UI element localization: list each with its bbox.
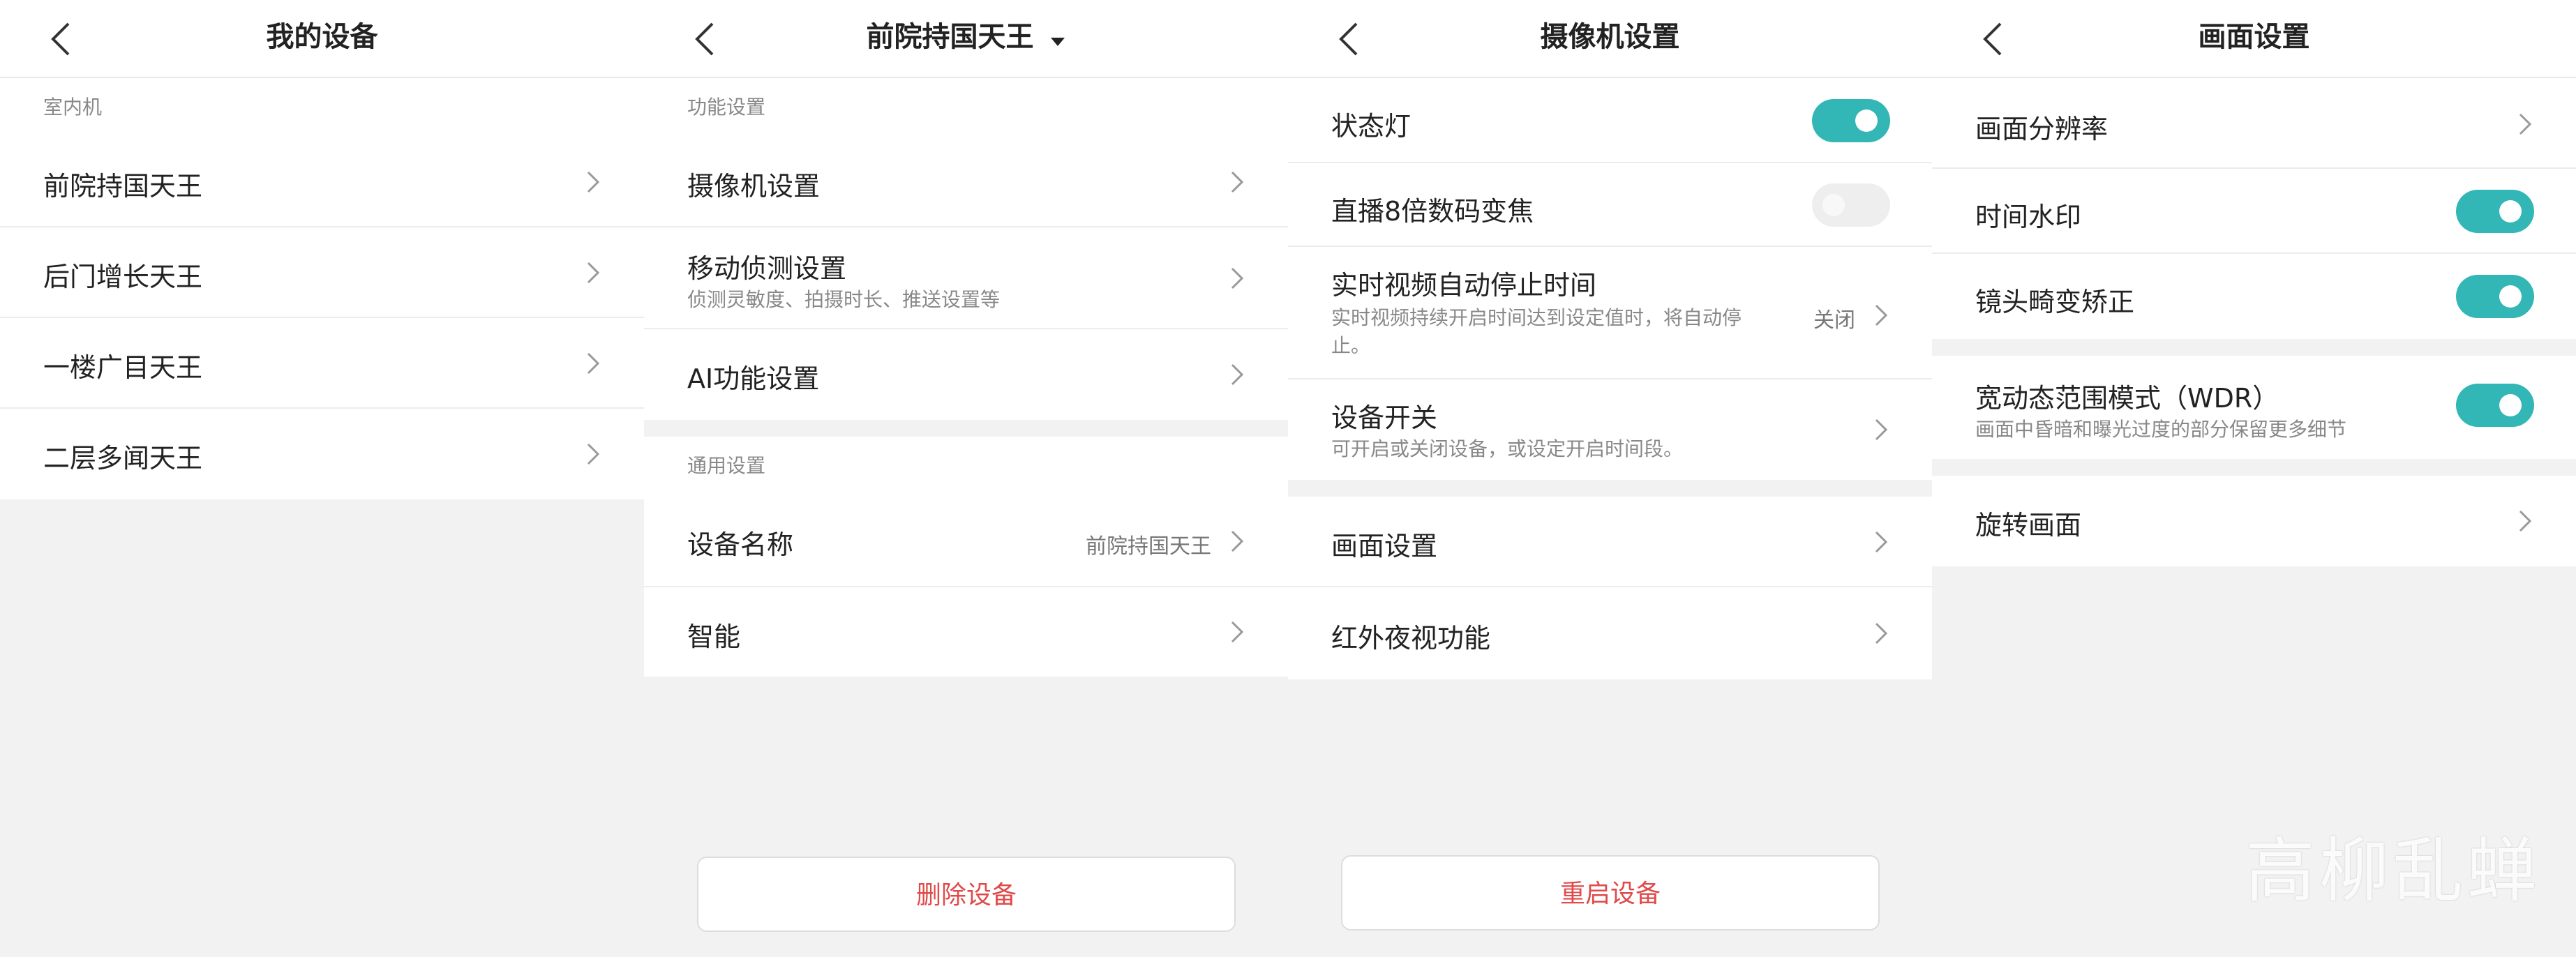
- chevron-right-icon: [1227, 168, 1248, 196]
- digital-zoom-toggle[interactable]: [1812, 183, 1890, 227]
- ai-settings-item[interactable]: AI功能设置: [644, 329, 1288, 420]
- item-description: 止。: [1331, 334, 1371, 357]
- timestamp-item: 时间水印: [1932, 169, 2576, 254]
- distortion-correction-item: 镜头畸变矫正: [1932, 254, 2576, 339]
- timestamp-toggle[interactable]: [2456, 190, 2534, 233]
- device-name: 二层多闻天王: [43, 443, 203, 474]
- chevron-right-icon: [1871, 301, 1892, 329]
- chevron-right-icon: [583, 440, 604, 468]
- chevron-right-icon: [1227, 361, 1248, 389]
- distortion-correction-toggle[interactable]: [2456, 275, 2534, 318]
- panel-my-devices: 我的设备 室内机 前院持国天王 后门增长天王 一楼广目天王 二层多闻天王: [0, 0, 644, 957]
- chevron-right-icon: [1227, 618, 1248, 646]
- panel-camera-settings: 摄像机设置 状态灯 直播8倍数码变焦 实时视频自动停止时间 实时视频持续开启时间…: [1288, 0, 1932, 957]
- item-label: 画面设置: [1331, 531, 1438, 562]
- resolution-item[interactable]: 画面分辨率: [1932, 78, 2576, 169]
- page-title: 前院持国天王: [866, 21, 1034, 53]
- panel-picture-settings: 画面设置 画面分辨率 时间水印 镜头畸变矫正 宽动态范围模式（WDR） 画面中昏…: [1932, 0, 2576, 957]
- chevron-right-icon: [1227, 527, 1248, 555]
- chevron-right-icon: [1871, 619, 1892, 647]
- item-label: 画面分辨率: [1975, 114, 2109, 144]
- section-gap: [1932, 459, 2576, 476]
- item-label: 实时视频自动停止时间: [1331, 270, 1597, 301]
- item-label: 设备名称: [687, 529, 794, 560]
- watermark: 高柳乱蝉: [2245, 830, 2541, 912]
- wdr-item: 宽动态范围模式（WDR） 画面中昏暗和曝光过度的部分保留更多细节: [1932, 356, 2576, 459]
- toggle-knob: [2499, 394, 2522, 416]
- item-description: 侦测灵敏度、拍摄时长、推送设置等: [687, 288, 1001, 311]
- header: 画面设置: [1932, 0, 2576, 78]
- item-description: 画面中昏暗和曝光过度的部分保留更多细节: [1975, 418, 2347, 441]
- item-label: 摄像机设置: [687, 171, 821, 202]
- chevron-right-icon: [1227, 264, 1248, 292]
- header: 摄像机设置: [1288, 0, 1932, 78]
- section-label-general: 通用设置: [644, 437, 1288, 495]
- item-label: AI功能设置: [687, 363, 820, 394]
- toggle-knob: [2499, 200, 2522, 223]
- delete-device-button[interactable]: 删除设备: [697, 857, 1236, 932]
- chevron-right-icon: [583, 168, 604, 196]
- chevron-right-icon: [583, 259, 604, 287]
- item-description: 实时视频持续开启时间达到设定值时，将自动停: [1331, 306, 1742, 329]
- toggle-knob: [1822, 194, 1845, 216]
- section-gap: [644, 420, 1288, 437]
- item-label: 智能: [687, 621, 741, 652]
- item-label: 移动侦测设置: [687, 253, 847, 284]
- item-label: 设备开关: [1331, 402, 1438, 433]
- item-label: 旋转画面: [1975, 510, 2082, 541]
- page-title: 我的设备: [266, 21, 378, 53]
- device-name: 一楼广目天王: [43, 352, 203, 383]
- device-item-1[interactable]: 前院持国天王: [0, 137, 644, 227]
- header: 我的设备: [0, 0, 644, 78]
- item-label: 宽动态范围模式（WDR）: [1975, 383, 2279, 414]
- camera-settings-item[interactable]: 摄像机设置: [644, 137, 1288, 227]
- header: 前院持国天王: [644, 0, 1288, 78]
- device-name-value: 前院持国天王: [1086, 534, 1211, 559]
- digital-zoom-item: 直播8倍数码变焦: [1288, 163, 1932, 247]
- device-item-2[interactable]: 后门增长天王: [0, 227, 644, 318]
- device-name: 后门增长天王: [43, 262, 203, 292]
- item-label: 红外夜视功能: [1331, 623, 1491, 654]
- smart-item[interactable]: 智能: [644, 587, 1288, 677]
- chevron-right-icon: [1871, 528, 1892, 556]
- wdr-toggle[interactable]: [2456, 384, 2534, 427]
- device-item-4[interactable]: 二层多闻天王: [0, 409, 644, 499]
- restart-device-button[interactable]: 重启设备: [1341, 855, 1880, 930]
- item-label: 直播8倍数码变焦: [1331, 196, 1534, 227]
- toggle-knob: [1855, 110, 1878, 132]
- auto-stop-item[interactable]: 实时视频自动停止时间 实时视频持续开启时间达到设定值时，将自动停 止。 关闭: [1288, 247, 1932, 379]
- section-label-indoor: 室内机: [0, 78, 644, 137]
- chevron-right-icon: [583, 349, 604, 377]
- device-item-3[interactable]: 一楼广目天王: [0, 318, 644, 409]
- night-vision-item[interactable]: 红外夜视功能: [1288, 587, 1932, 679]
- toggle-knob: [2499, 285, 2522, 308]
- item-label: 状态灯: [1331, 111, 1411, 142]
- device-name-item[interactable]: 设备名称 前院持国天王: [644, 495, 1288, 587]
- chevron-right-icon: [2515, 110, 2536, 138]
- status-light-item: 状态灯: [1288, 78, 1932, 163]
- picture-settings-item[interactable]: 画面设置: [1288, 497, 1932, 587]
- chevron-right-icon: [2515, 507, 2536, 535]
- item-label: 时间水印: [1975, 202, 2082, 232]
- motion-detection-item[interactable]: 移动侦测设置 侦测灵敏度、拍摄时长、推送设置等: [644, 227, 1288, 329]
- caret-down-icon: [1049, 14, 1066, 63]
- page-title: 摄像机设置: [1540, 21, 1680, 53]
- item-description: 可开启或关闭设备，或设定开启时间段。: [1331, 437, 1684, 460]
- device-selector[interactable]: 前院持国天王: [644, 13, 1288, 63]
- auto-stop-value: 关闭: [1813, 308, 1855, 333]
- device-power-item[interactable]: 设备开关 可开启或关闭设备，或设定开启时间段。: [1288, 379, 1932, 480]
- panel-device-settings: 前院持国天王 功能设置 摄像机设置 移动侦测设置 侦测灵敏度、拍摄时长、推送设置…: [644, 0, 1288, 957]
- rotate-item[interactable]: 旋转画面: [1932, 476, 2576, 566]
- section-gap: [1932, 339, 2576, 356]
- section-label-function: 功能设置: [644, 78, 1288, 137]
- status-light-toggle[interactable]: [1812, 99, 1890, 142]
- page-title: 画面设置: [2198, 21, 2310, 53]
- device-name: 前院持国天王: [43, 171, 203, 202]
- section-gap: [1288, 480, 1932, 497]
- item-label: 镜头畸变矫正: [1975, 287, 2135, 317]
- chevron-right-icon: [1871, 416, 1892, 444]
